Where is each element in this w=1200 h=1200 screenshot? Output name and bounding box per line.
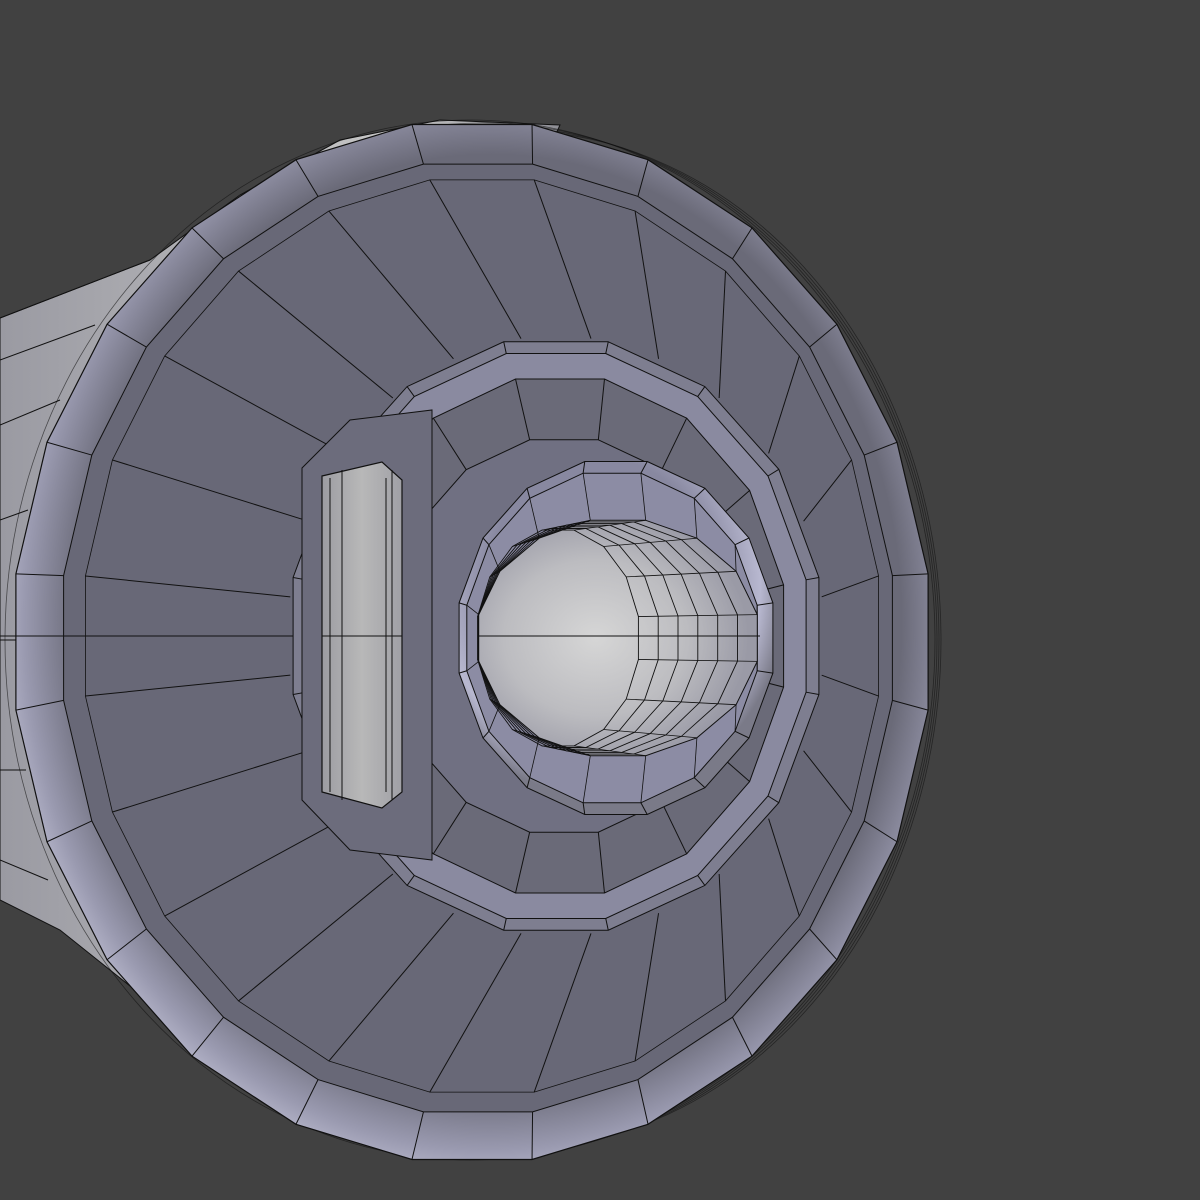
bore-hole: [458, 461, 774, 815]
slot-face: [321, 461, 403, 809]
bore-interior: [478, 519, 758, 757]
mesh-scene[interactable]: [0, 0, 1200, 1200]
front-rim-edge-0: [531, 124, 534, 165]
3d-viewport[interactable]: [0, 0, 1200, 1200]
key-slot: [301, 409, 433, 861]
front-rim-edge-11: [531, 1111, 534, 1160]
